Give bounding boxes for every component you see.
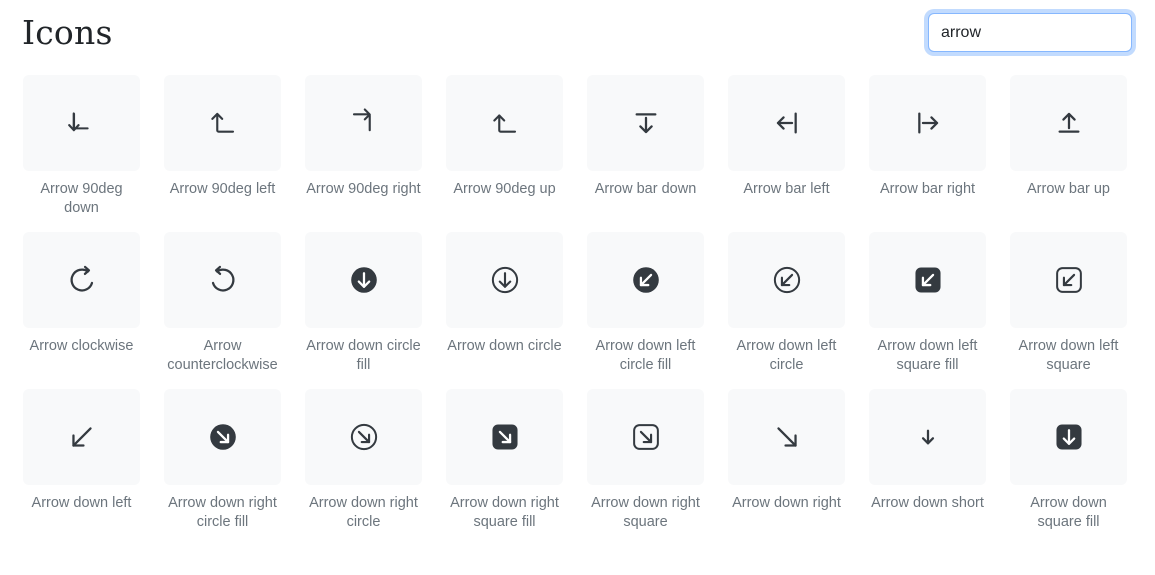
icon-label: Arrow down short <box>871 495 984 511</box>
icon-label: Arrow counterclockwise <box>167 338 278 373</box>
arrow-down-left-icon[interactable] <box>23 389 140 485</box>
icon-label: Arrow down left circle fill <box>595 338 696 373</box>
arrow-90deg-up-icon[interactable] <box>446 75 563 171</box>
arrow-down-right-square-fill-icon[interactable] <box>446 389 563 485</box>
icon-label: Arrow bar down <box>594 181 697 197</box>
arrow-down-right-square-icon[interactable] <box>587 389 704 485</box>
icon-label: Arrow down right circle <box>309 495 418 530</box>
icon-cell[interactable]: Arrow down right square <box>587 389 704 532</box>
icon-cell[interactable]: Arrow clockwise <box>23 232 140 375</box>
arrow-down-left-circle-icon[interactable] <box>728 232 845 328</box>
arrow-bar-down-icon[interactable] <box>587 75 704 171</box>
icon-label: Arrow 90deg down <box>40 181 123 216</box>
arrow-bar-right-icon[interactable] <box>869 75 986 171</box>
search-container <box>928 13 1132 52</box>
icon-cell[interactable]: Arrow down left circle fill <box>587 232 704 375</box>
icon-label: Arrow down right <box>732 495 841 511</box>
icon-cell[interactable]: Arrow 90deg up <box>446 75 563 218</box>
icon-grid: Arrow 90deg down Arrow 90deg left Arrow 90… <box>23 75 1132 532</box>
icon-label: Arrow clockwise <box>29 338 134 354</box>
arrow-down-right-circle-icon[interactable] <box>305 389 422 485</box>
arrow-down-square-fill-icon[interactable] <box>1010 389 1127 485</box>
icon-label: Arrow down left square fill <box>877 338 978 373</box>
arrow-down-short-icon[interactable] <box>869 389 986 485</box>
arrow-down-right-icon[interactable] <box>728 389 845 485</box>
arrow-down-right-circle-fill-icon[interactable] <box>164 389 281 485</box>
icon-label: Arrow down left circle <box>736 338 837 373</box>
icon-label: Arrow down square fill <box>1030 495 1107 530</box>
arrow-bar-up-icon[interactable] <box>1010 75 1127 171</box>
icon-cell[interactable]: Arrow bar left <box>728 75 845 218</box>
page-title: Icons <box>22 13 113 52</box>
icon-label: Arrow bar up <box>1026 181 1110 197</box>
arrow-90deg-right-icon[interactable] <box>305 75 422 171</box>
icon-cell[interactable]: Arrow down left square fill <box>869 232 986 375</box>
icon-label: Arrow down circle fill <box>306 338 421 373</box>
icon-cell[interactable]: Arrow down square fill <box>1010 389 1127 532</box>
arrow-90deg-left-icon[interactable] <box>164 75 281 171</box>
icon-cell[interactable]: Arrow down right circle fill <box>164 389 281 532</box>
icon-label: Arrow 90deg up <box>453 181 556 197</box>
icon-cell[interactable]: Arrow 90deg right <box>305 75 422 218</box>
icon-cell[interactable]: Arrow down circle <box>446 232 563 375</box>
arrow-clockwise-icon[interactable] <box>23 232 140 328</box>
arrow-down-circle-icon[interactable] <box>446 232 563 328</box>
icon-cell[interactable]: Arrow down left square <box>1010 232 1127 375</box>
icon-cell[interactable]: Arrow down right square fill <box>446 389 563 532</box>
icon-label: Arrow down left <box>31 495 132 511</box>
icon-cell[interactable]: Arrow bar right <box>869 75 986 218</box>
arrow-90deg-down-icon[interactable] <box>23 75 140 171</box>
search-input[interactable] <box>928 13 1132 52</box>
icon-label: Arrow down left square <box>1018 338 1119 373</box>
arrow-down-left-circle-fill-icon[interactable] <box>587 232 704 328</box>
arrow-down-circle-fill-icon[interactable] <box>305 232 422 328</box>
page-header: Icons <box>0 0 1155 70</box>
icon-cell[interactable]: Arrow down short <box>869 389 986 532</box>
icon-cell[interactable]: Arrow down right circle <box>305 389 422 532</box>
icon-label: Arrow down right circle fill <box>168 495 277 530</box>
arrow-down-left-square-fill-icon[interactable] <box>869 232 986 328</box>
icon-label: Arrow 90deg left <box>169 181 276 197</box>
arrow-counterclockwise-icon[interactable] <box>164 232 281 328</box>
icon-cell[interactable]: Arrow bar down <box>587 75 704 218</box>
icon-cell[interactable]: Arrow down left <box>23 389 140 532</box>
icon-cell[interactable]: Arrow 90deg down <box>23 75 140 218</box>
icon-label: Arrow 90deg right <box>306 181 421 197</box>
icon-cell[interactable]: Arrow counterclockwise <box>164 232 281 375</box>
icon-cell[interactable]: Arrow down circle fill <box>305 232 422 375</box>
icon-label: Arrow down circle <box>447 338 562 354</box>
arrow-down-left-square-icon[interactable] <box>1010 232 1127 328</box>
icon-gallery-page: Icons Arrow 90deg downArrow 90deg leftAr… <box>0 0 1155 575</box>
icon-label: Arrow down right square fill <box>450 495 559 530</box>
icon-cell[interactable]: Arrow down right <box>728 389 845 532</box>
icon-label: Arrow bar right <box>879 181 976 197</box>
arrow-bar-left-icon[interactable] <box>728 75 845 171</box>
icon-cell[interactable]: Arrow bar up <box>1010 75 1127 218</box>
icon-label: Arrow down right square <box>591 495 700 530</box>
icon-cell[interactable]: Arrow 90deg left <box>164 75 281 218</box>
icon-label: Arrow bar left <box>743 181 830 197</box>
icon-cell[interactable]: Arrow down left circle <box>728 232 845 375</box>
